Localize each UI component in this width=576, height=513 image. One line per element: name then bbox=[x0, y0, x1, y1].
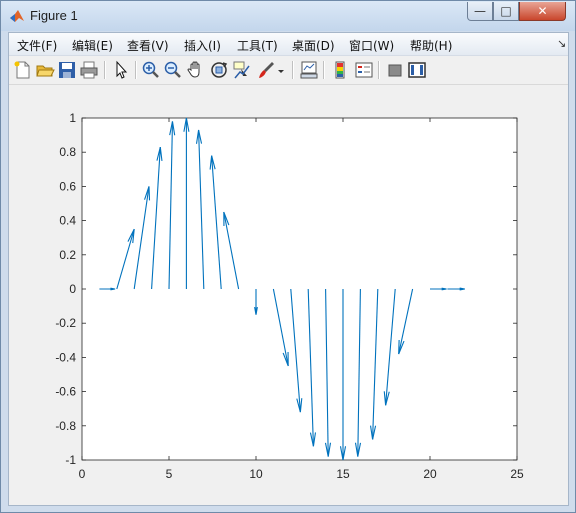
zoom-in-icon bbox=[142, 61, 159, 78]
brush-icon bbox=[259, 62, 274, 78]
y-tick-label: 0.6 bbox=[59, 179, 76, 193]
menu-help[interactable]: 帮助(H) bbox=[410, 37, 452, 54]
zoom-out-button[interactable] bbox=[163, 60, 183, 80]
legend-button[interactable] bbox=[354, 60, 374, 80]
x-tick-label: 20 bbox=[423, 467, 437, 481]
client-area: 文件(F) 编辑(E) 查看(V) 插入(I) 工具(T) 桌面(D) 窗口(W… bbox=[8, 32, 569, 506]
data-cursor-button[interactable] bbox=[232, 60, 252, 80]
maximize-button[interactable]: □ bbox=[493, 2, 519, 21]
x-tick-label: 15 bbox=[336, 467, 350, 481]
zoom-out-icon bbox=[164, 61, 181, 78]
x-tick-label: 10 bbox=[249, 467, 263, 481]
rotate-3d-button[interactable] bbox=[209, 60, 229, 80]
show-plot-tools-button[interactable] bbox=[407, 60, 427, 80]
quiver-plot[interactable]: 0 5 10 15 20 25 1 0.8 0.6 0.4 0.2 0 -0.2 -0.4 -0.6 -0.… bbox=[9, 85, 568, 505]
new-figure-button[interactable] bbox=[13, 60, 33, 80]
y-tick-label: 0.4 bbox=[59, 214, 76, 228]
x-tick-label: 5 bbox=[166, 467, 173, 481]
y-tick-label: -0.2 bbox=[55, 316, 76, 330]
y-tick-label: 0.8 bbox=[59, 145, 76, 159]
y-tick-label: -1 bbox=[65, 453, 76, 467]
menu-tools[interactable]: 工具(T) bbox=[237, 37, 278, 54]
minimize-icon: — bbox=[474, 4, 486, 18]
colorbar-icon bbox=[335, 61, 345, 79]
title-bar[interactable]: Figure 1 — □ ✕ bbox=[1, 1, 575, 31]
hide-plot-tools-button[interactable] bbox=[385, 60, 405, 80]
show-plot-tools-icon bbox=[408, 62, 426, 78]
maximize-icon: □ bbox=[500, 4, 512, 18]
y-tick-label: -0.8 bbox=[55, 419, 76, 433]
open-file-button[interactable] bbox=[35, 60, 55, 80]
menu-dock-arrow-icon[interactable]: ↘ bbox=[557, 37, 566, 50]
rotate-3d-icon bbox=[211, 62, 228, 78]
menu-bar: 文件(F) 编辑(E) 查看(V) 插入(I) 工具(T) 桌面(D) 窗口(W… bbox=[9, 33, 568, 56]
figure-toolbar bbox=[9, 56, 568, 85]
brush-dropdown-button[interactable] bbox=[276, 60, 286, 80]
edit-plot-button[interactable] bbox=[111, 60, 131, 80]
close-icon: ✕ bbox=[537, 4, 548, 18]
y-tick-label: 1 bbox=[69, 111, 76, 125]
toolbar-separator bbox=[104, 61, 106, 79]
y-tick-label: -0.6 bbox=[55, 385, 76, 399]
toolbar-separator bbox=[135, 61, 137, 79]
window-title: Figure 1 bbox=[30, 8, 78, 23]
figure-canvas: 0 5 10 15 20 25 1 0.8 0.6 0.4 0.2 0 -0.2 -0.4 -0.6 -0.… bbox=[9, 85, 568, 505]
save-icon bbox=[59, 62, 75, 78]
menu-desktop[interactable]: 桌面(D) bbox=[292, 37, 335, 54]
brush-dropdown-icon bbox=[278, 70, 284, 73]
matlab-icon bbox=[10, 10, 24, 22]
menu-edit[interactable]: 编辑(E) bbox=[72, 37, 113, 54]
menu-insert[interactable]: 插入(I) bbox=[184, 37, 221, 54]
open-file-icon bbox=[36, 65, 55, 77]
zoom-in-button[interactable] bbox=[141, 60, 161, 80]
x-tick-label: 25 bbox=[510, 467, 524, 481]
new-figure-icon bbox=[14, 61, 30, 79]
toolbar-separator bbox=[292, 61, 294, 79]
pan-icon bbox=[187, 61, 200, 78]
toolbar-separator bbox=[378, 61, 380, 79]
pointer-icon bbox=[116, 60, 128, 79]
pan-button[interactable] bbox=[186, 60, 206, 80]
print-icon bbox=[80, 61, 98, 79]
colorbar-button[interactable] bbox=[331, 60, 351, 80]
toolbar-separator bbox=[323, 61, 325, 79]
menu-view[interactable]: 查看(V) bbox=[127, 37, 169, 54]
save-button[interactable] bbox=[57, 60, 77, 80]
menu-file[interactable]: 文件(F) bbox=[17, 37, 57, 54]
data-cursor-icon bbox=[233, 61, 250, 79]
x-tick-label: 0 bbox=[79, 467, 86, 481]
legend-icon bbox=[355, 62, 373, 78]
minimize-button[interactable]: — bbox=[467, 2, 493, 21]
y-tick-label: 0.2 bbox=[59, 248, 76, 262]
print-button[interactable] bbox=[79, 60, 99, 80]
y-tick-label: 0 bbox=[69, 282, 76, 296]
y-tick-label: -0.4 bbox=[55, 350, 76, 364]
close-button[interactable]: ✕ bbox=[519, 2, 566, 21]
link-plot-icon bbox=[300, 61, 318, 79]
menu-window[interactable]: 窗口(W) bbox=[349, 37, 394, 54]
hide-plot-tools-icon bbox=[388, 64, 402, 77]
figure-window: Figure 1 — □ ✕ 文件(F) 编辑(E) 查看(V) 插入(I) 工… bbox=[0, 0, 576, 513]
brush-button[interactable] bbox=[256, 60, 276, 80]
link-plot-button[interactable] bbox=[299, 60, 319, 80]
